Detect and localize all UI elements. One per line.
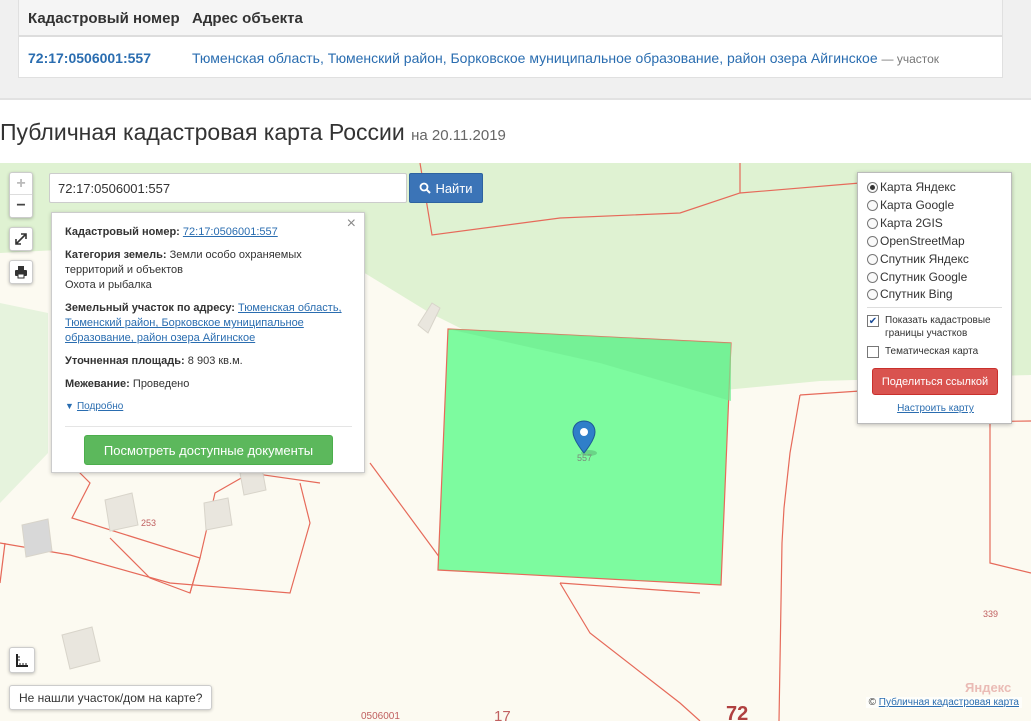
result-type: — участок [881, 52, 940, 66]
fullscreen-button[interactable] [9, 227, 33, 251]
map-credit: © Публичная кадастровая карта [865, 697, 1022, 708]
page-title-text: Публичная кадастровая карта России [0, 119, 405, 145]
region-label-72: 72 [726, 703, 749, 721]
ruler-icon [16, 654, 28, 667]
layer-option-label: Спутник Bing [880, 287, 953, 301]
print-icon [15, 266, 27, 279]
search-icon [420, 182, 432, 194]
panel-divider [867, 307, 1002, 308]
checkbox-checked-icon[interactable]: ✔ [867, 315, 879, 327]
layer-option-google-map[interactable]: Карта Google [867, 198, 954, 212]
layer-option-google-satellite[interactable]: Спутник Google [867, 270, 967, 284]
not-found-button[interactable]: Не нашли участок/дом на карте? [9, 685, 213, 710]
info-category: Категория земель: Земли особо охраняемых… [65, 248, 355, 293]
info-address-label: Земельный участок по адресу: [65, 302, 235, 314]
radio-icon[interactable] [867, 288, 878, 300]
info-divider [65, 426, 352, 427]
yandex-logo: Яндекс [965, 680, 1012, 695]
cadastral-search-input[interactable] [49, 173, 407, 203]
expand-icon [15, 233, 27, 245]
radio-icon[interactable] [867, 253, 878, 265]
quarter-label: 0506001 [361, 711, 400, 721]
layer-option-label: Спутник Google [880, 270, 968, 284]
page-date: на 20.11.2019 [411, 127, 506, 144]
show-borders-toggle[interactable]: ✔ Показать кадастровые границы участков [867, 314, 1011, 340]
info-more-link[interactable]: Подробно [77, 401, 123, 412]
layer-option-label: Карта Яндекс [880, 180, 956, 194]
show-borders-label: Показать кадастровые границы участков [885, 315, 991, 339]
zoom-in-button[interactable]: + [10, 173, 32, 195]
credit-link[interactable]: Публичная кадастровая карта [879, 697, 1019, 708]
print-button[interactable] [9, 260, 33, 284]
share-link-button[interactable]: Поделиться ссылкой [872, 368, 998, 395]
page-title: Публичная кадастровая карта России на 20… [0, 119, 506, 146]
thematic-map-label: Тематическая карта [885, 346, 979, 357]
radio-icon[interactable] [867, 271, 878, 283]
layer-option-label: OpenStreetMap [880, 234, 965, 248]
radio-icon[interactable] [867, 181, 878, 193]
view-documents-button[interactable]: Посмотреть доступные документы [84, 435, 333, 465]
info-category-extra: Охота и рыбалка [65, 279, 152, 291]
configure-map-link[interactable]: Настроить карту [858, 403, 1013, 414]
info-category-label: Категория земель: [65, 249, 167, 261]
zoom-control: + − [9, 172, 33, 218]
info-number-link[interactable]: 72:17:0506001:557 [183, 226, 278, 238]
header-address: Адрес объекта [192, 10, 303, 27]
layer-option-bing-satellite[interactable]: Спутник Bing [867, 287, 953, 301]
radio-icon[interactable] [867, 199, 878, 211]
layer-option-label: Спутник Яндекс [880, 252, 969, 266]
forest-area-left [0, 303, 48, 503]
district-label-17: 17 [494, 708, 511, 721]
result-address-link[interactable]: Тюменская область, Тюменский район, Борк… [192, 50, 878, 66]
layer-option-yandex-map[interactable]: Карта Яндекс [867, 180, 956, 194]
info-area-label: Уточненная площадь: [65, 355, 185, 367]
info-survey-label: Межевание: [65, 378, 130, 390]
result-cadastral-number-link[interactable]: 72:17:0506001:557 [28, 50, 151, 66]
results-panel: Кадастровый номер Адрес объекта 72:17:05… [0, 0, 1031, 100]
results-table: Кадастровый номер Адрес объекта 72:17:05… [18, 0, 1003, 78]
info-address: Земельный участок по адресу: Тюменская о… [65, 301, 355, 346]
layer-option-label: Карта 2GIS [880, 216, 943, 230]
info-area: Уточненная площадь: 8 903 кв.м. [65, 354, 355, 369]
layer-option-yandex-satellite[interactable]: Спутник Яндекс [867, 252, 969, 266]
info-area-value: 8 903 кв.м. [187, 355, 243, 367]
info-more-toggle[interactable]: ▼ Подробно [65, 399, 355, 414]
thematic-map-toggle[interactable]: Тематическая карта [867, 345, 978, 358]
header-cadastral-number: Кадастровый номер [28, 10, 180, 27]
plot-label-253: 253 [141, 518, 157, 528]
layer-option-label: Карта Google [880, 198, 955, 212]
info-number-label: Кадастровый номер: [65, 226, 180, 238]
search-button[interactable]: Найти [409, 173, 483, 203]
measure-button[interactable] [9, 647, 35, 673]
info-cadastral-number: Кадастровый номер: 72:17:0506001:557 [65, 225, 355, 240]
caret-down-icon: ▼ [65, 401, 74, 411]
radio-icon[interactable] [867, 217, 878, 229]
plot-label-339: 339 [983, 609, 999, 619]
info-survey: Межевание: Проведено [65, 377, 355, 392]
checkbox-icon[interactable] [867, 346, 879, 358]
zoom-out-button[interactable]: − [10, 195, 32, 217]
marker-label: 557 [577, 453, 593, 463]
map-layers-panel: Карта Яндекс Карта Google Карта 2GIS Ope… [857, 172, 1012, 424]
layer-option-2gis[interactable]: Карта 2GIS [867, 216, 943, 230]
credit-prefix: © [868, 697, 876, 708]
info-survey-value: Проведено [132, 378, 190, 390]
results-table-header: Кадастровый номер Адрес объекта [19, 0, 1002, 37]
result-address[interactable]: Тюменская область, Тюменский район, Борк… [192, 50, 939, 66]
layer-option-osm[interactable]: OpenStreetMap [867, 234, 965, 248]
search-button-label: Найти [435, 180, 473, 196]
radio-icon[interactable] [867, 235, 878, 247]
parcel-info-card: × Кадастровый номер: 72:17:0506001:557 К… [51, 212, 365, 473]
